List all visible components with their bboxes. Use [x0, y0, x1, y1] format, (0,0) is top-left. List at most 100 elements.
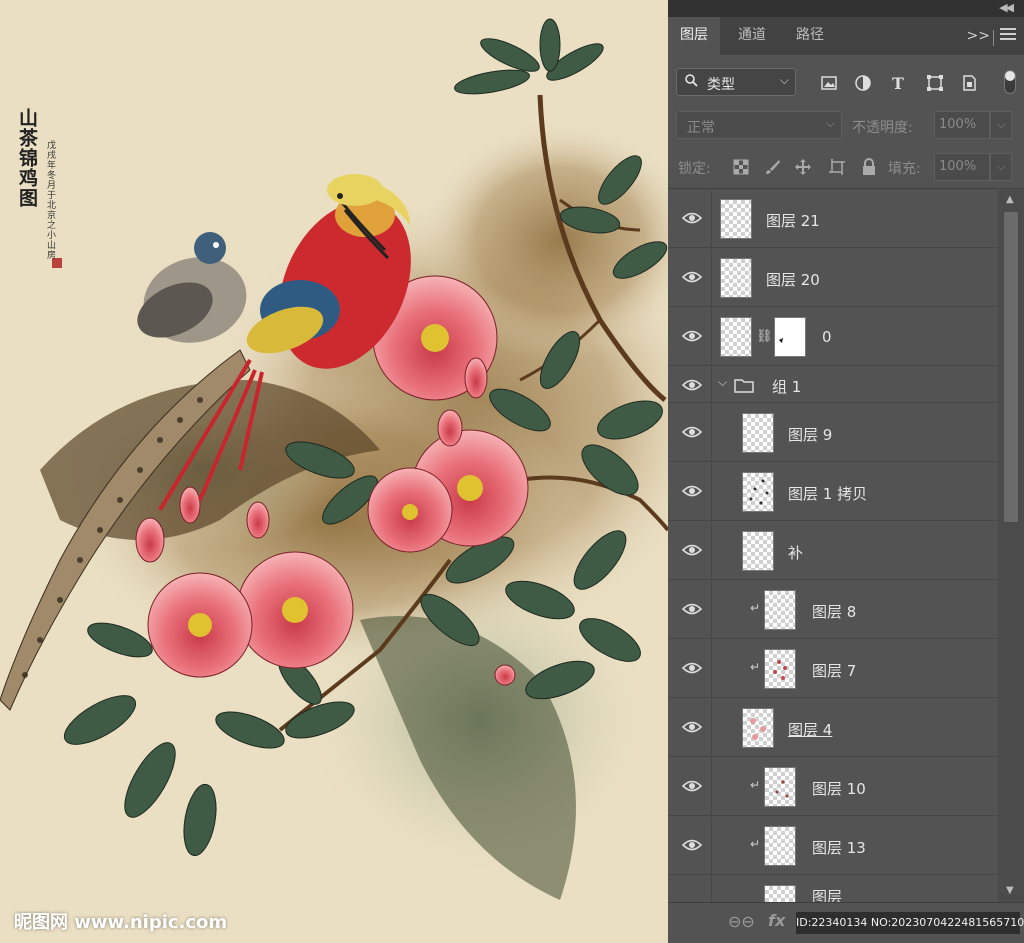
- double-chevron-right-icon[interactable]: >>: [967, 28, 990, 44]
- tab-paths[interactable]: 路径: [784, 17, 836, 55]
- tab-channels[interactable]: 通道: [726, 17, 778, 55]
- eye-icon: [682, 780, 702, 792]
- layer-row[interactable]: ↵ 图层 7: [668, 640, 998, 698]
- layer-name[interactable]: 补: [788, 542, 803, 563]
- fill-input[interactable]: 100%: [934, 153, 990, 181]
- visibility-toggle[interactable]: [668, 581, 712, 639]
- opacity-label: 不透明度:: [852, 120, 913, 136]
- filter-kind-label: 类型: [707, 77, 735, 93]
- layer-row[interactable]: 图层 1 拷贝: [668, 463, 998, 521]
- eye-icon: [682, 603, 702, 615]
- panel-tab-bar: 图层 通道 路径 >>: [668, 17, 1024, 55]
- layer-thumbnail: [742, 413, 774, 453]
- layer-row[interactable]: ↵ 图层 13: [668, 817, 998, 875]
- layers-panel: ◀◀ 图层 通道 路径 >> 类型 ⌵ T 正常 ⌵ 不透明度: 100% ⌵ …: [668, 0, 1024, 943]
- layer-thumbnail: [742, 472, 774, 512]
- eye-icon: [682, 544, 702, 556]
- panel-header-strip: ◀◀: [668, 0, 1024, 17]
- hamburger-menu-icon[interactable]: [1000, 28, 1016, 42]
- layer-name[interactable]: 图层 10: [812, 778, 866, 799]
- document-canvas[interactable]: 山茶锦鸡图 戊戌年冬月于北京之小山房 昵图网 www.nipic.com: [0, 0, 668, 942]
- visibility-toggle[interactable]: [668, 640, 712, 698]
- visibility-toggle[interactable]: [668, 190, 712, 248]
- clipping-mask-arrow-icon: ↵: [750, 660, 761, 674]
- group-expand-icon[interactable]: ⌵: [718, 375, 727, 390]
- layer-thumbnail: [764, 590, 796, 630]
- eye-icon: [682, 662, 702, 674]
- tab-layers[interactable]: 图层: [668, 17, 720, 55]
- filter-toggle-switch[interactable]: [1004, 70, 1016, 94]
- layer-name[interactable]: 0: [822, 328, 832, 346]
- lock-move-icon[interactable]: [794, 158, 812, 176]
- fill-dropdown-arrow-icon[interactable]: ⌵: [990, 153, 1012, 181]
- layer-row[interactable]: ⛓ 0: [668, 308, 998, 366]
- svg-text:T: T: [892, 74, 904, 92]
- visibility-toggle[interactable]: [668, 249, 712, 307]
- poem-inscription: 戊戌年冬月于北京之小山房: [45, 140, 55, 260]
- layer-row[interactable]: 图层 4: [668, 699, 998, 757]
- layer-name[interactable]: 图层 21: [766, 210, 820, 231]
- layer-row[interactable]: 图层 9: [668, 404, 998, 462]
- layer-name[interactable]: 图层 20: [766, 269, 820, 290]
- layers-bottom-toolbar: ⊖⊖ fx ID:22340134 NO:2023070422481565710…: [668, 902, 1024, 943]
- layer-mask-thumbnail[interactable]: [774, 317, 806, 357]
- layer-list: 图层 21 图层 20 ⛓ 0 ⌵ 组 1 图层 9 图层 1 拷贝 补 ↵ 图…: [668, 190, 998, 902]
- blend-mode-row: 正常 ⌵ 不透明度: 100% ⌵: [668, 106, 1024, 146]
- shape-filter-icon[interactable]: [926, 74, 944, 92]
- layer-row[interactable]: 补: [668, 522, 998, 580]
- opacity-input[interactable]: 100%: [934, 111, 990, 139]
- visibility-toggle[interactable]: [668, 699, 712, 757]
- chevron-down-icon: ⌵: [825, 116, 835, 130]
- layer-name[interactable]: 图层 8: [812, 601, 856, 622]
- clipping-mask-arrow-icon: ↵: [750, 778, 761, 792]
- chevron-down-icon: ⌵: [779, 73, 789, 87]
- layer-name[interactable]: 组 1: [772, 376, 801, 397]
- layer-name[interactable]: 图层 4: [788, 719, 832, 740]
- visibility-toggle[interactable]: [668, 522, 712, 580]
- visibility-toggle[interactable]: [668, 404, 712, 462]
- layer-name[interactable]: 图层 9: [788, 424, 832, 445]
- eye-icon: [682, 839, 702, 851]
- visibility-toggle[interactable]: [668, 876, 712, 902]
- eye-icon: [682, 212, 702, 224]
- layer-name[interactable]: 图层: [812, 886, 842, 902]
- fx-icon[interactable]: fx: [768, 911, 785, 930]
- layer-row[interactable]: ↵ 图层 10: [668, 758, 998, 816]
- fill-label: 填充:: [888, 161, 921, 177]
- scroll-up-icon[interactable]: ▲: [1006, 194, 1014, 205]
- layer-group-row[interactable]: ⌵ 组 1: [668, 367, 998, 403]
- visibility-toggle[interactable]: [668, 758, 712, 816]
- blend-mode-select[interactable]: 正常 ⌵: [676, 111, 842, 139]
- visibility-toggle[interactable]: [668, 817, 712, 875]
- visibility-toggle[interactable]: [668, 463, 712, 521]
- collapse-panel-icon[interactable]: ◀◀: [999, 1, 1014, 14]
- visibility-toggle[interactable]: [668, 367, 712, 403]
- layer-thumbnail: [764, 649, 796, 689]
- layer-row[interactable]: 图层 21: [668, 190, 998, 248]
- layer-name[interactable]: 图层 1 拷贝: [788, 483, 867, 504]
- lock-paint-icon[interactable]: [764, 158, 782, 176]
- layer-row[interactable]: 图层 20: [668, 249, 998, 307]
- opacity-dropdown-arrow-icon[interactable]: ⌵: [990, 111, 1012, 139]
- filter-kind-select[interactable]: 类型 ⌵: [676, 68, 796, 96]
- scroll-down-icon[interactable]: ▼: [1006, 885, 1014, 896]
- lock-transparent-icon[interactable]: [732, 158, 750, 176]
- type-filter-icon[interactable]: T: [890, 74, 908, 92]
- link-layers-icon[interactable]: ⊖⊖: [728, 912, 755, 931]
- smart-object-filter-icon[interactable]: [960, 74, 978, 92]
- layer-name[interactable]: 图层 7: [812, 660, 856, 681]
- layer-row[interactable]: ↵ 图层 8: [668, 581, 998, 639]
- image-filter-icon[interactable]: [820, 74, 838, 92]
- layer-thumbnail: [764, 826, 796, 866]
- layer-list-scrollbar[interactable]: ▲ ▼: [998, 190, 1024, 902]
- scroll-thumb[interactable]: [1004, 212, 1018, 522]
- layer-row[interactable]: 图层: [668, 876, 998, 902]
- mask-link-icon[interactable]: ⛓: [756, 329, 773, 344]
- visibility-toggle[interactable]: [668, 308, 712, 366]
- lock-all-icon[interactable]: [860, 158, 878, 176]
- clipping-mask-arrow-icon: ↵: [750, 601, 761, 615]
- adjustment-filter-icon[interactable]: [854, 74, 872, 92]
- layer-thumbnail: [720, 258, 752, 298]
- layer-name[interactable]: 图层 13: [812, 837, 866, 858]
- lock-artboard-icon[interactable]: [828, 158, 846, 176]
